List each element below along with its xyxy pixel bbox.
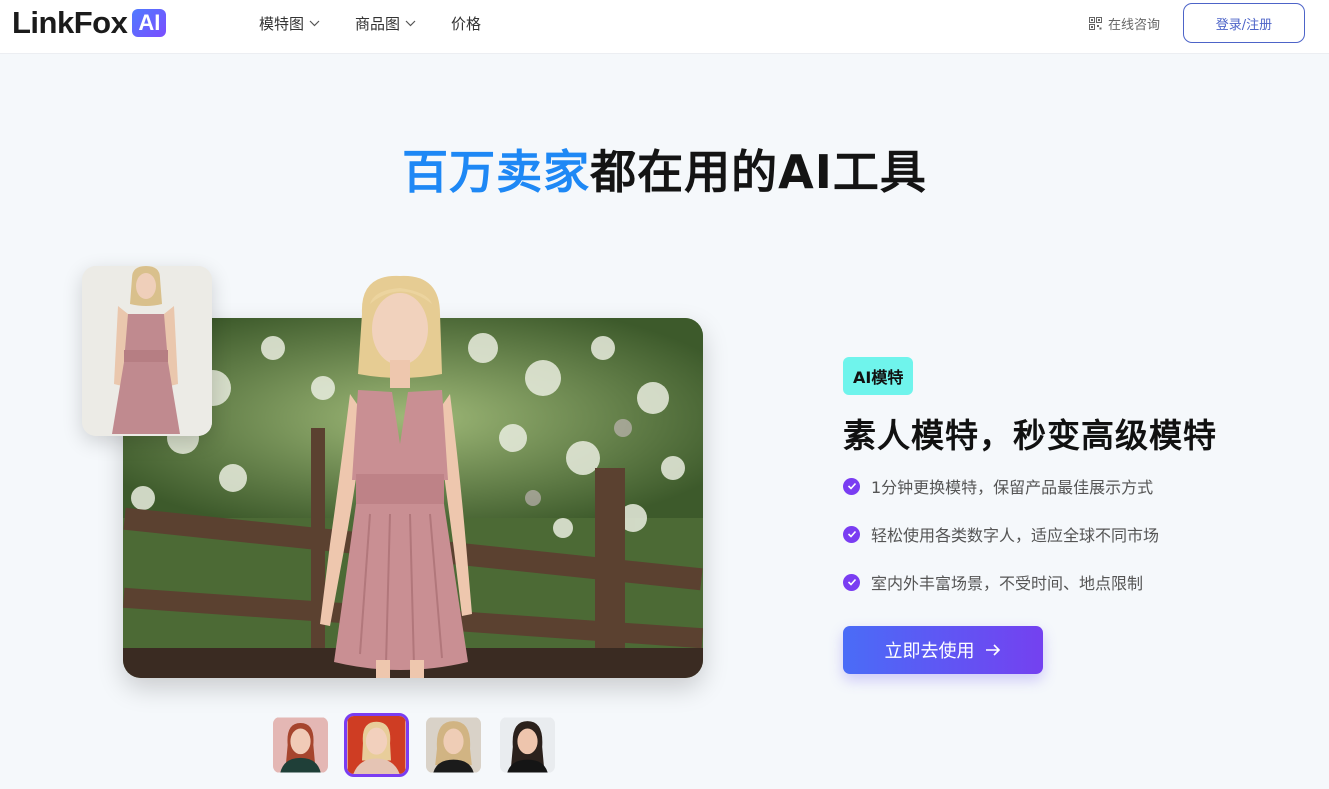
original-photo-card	[82, 266, 212, 436]
login-register-button[interactable]: 登录/注册	[1183, 3, 1305, 43]
feature-bullets: 1分钟更换模特，保留产品最佳展示方式 轻松使用各类数字人，适应全球不同市场 室内…	[843, 473, 1159, 617]
logo[interactable]: LinkFox AI	[12, 5, 167, 40]
nav-item-label: 商品图	[355, 14, 401, 33]
model-thumbnail[interactable]	[271, 715, 330, 775]
chevron-down-icon	[405, 20, 416, 26]
logo-text: LinkFox	[12, 5, 128, 40]
top-navbar: LinkFox AI 模特图 商品图 价格 在线咨询 登录/注册	[0, 0, 1329, 54]
feature-bullet: 室内外丰富场景，不受时间、地点限制	[843, 569, 1159, 595]
qrcode-icon	[1089, 17, 1102, 30]
online-consult-link[interactable]: 在线咨询	[1089, 14, 1160, 33]
headline-highlight: 百万卖家	[402, 145, 591, 199]
feature-bullet-text: 1分钟更换模特，保留产品最佳展示方式	[871, 478, 1154, 497]
check-circle-icon	[843, 525, 860, 543]
model-thumbnail-selected[interactable]	[344, 713, 409, 777]
nav-item-pricing[interactable]: 价格	[451, 13, 481, 34]
feature-bullet: 轻松使用各类数字人，适应全球不同市场	[843, 521, 1159, 547]
logo-ai-badge: AI	[132, 9, 167, 37]
nav-item-label: 价格	[451, 14, 482, 33]
hero-headline: 百万卖家都在用的AI工具	[0, 142, 1329, 202]
model-selector	[271, 713, 572, 777]
feature-bullet-text: 室内外丰富场景，不受时间、地点限制	[871, 574, 1144, 593]
feature-bullet-text: 轻松使用各类数字人，适应全球不同市场	[871, 526, 1160, 545]
try-now-button[interactable]: 立即去使用	[843, 626, 1043, 674]
check-circle-icon	[843, 573, 860, 591]
chevron-down-icon	[309, 20, 320, 26]
feature-tag: AI模特	[843, 357, 914, 395]
nav-item-model-images[interactable]: 模特图	[259, 13, 320, 34]
model-thumbnail[interactable]	[498, 715, 557, 775]
nav-item-label: 模特图	[259, 14, 305, 33]
feature-bullet: 1分钟更换模特，保留产品最佳展示方式	[843, 473, 1159, 499]
feature-title: 素人模特，秒变高级模特	[843, 416, 1217, 455]
cta-label: 立即去使用	[884, 641, 975, 662]
model-thumbnail[interactable]	[424, 715, 483, 775]
nav-item-product-images[interactable]: 商品图	[355, 13, 416, 34]
arrow-right-icon	[985, 644, 1000, 656]
check-circle-icon	[843, 477, 860, 495]
model-figure	[320, 275, 472, 678]
consult-label: 在线咨询	[1108, 18, 1161, 33]
main-nav: 模特图 商品图 价格	[259, 0, 516, 46]
headline-rest: 都在用的AI工具	[590, 145, 927, 199]
